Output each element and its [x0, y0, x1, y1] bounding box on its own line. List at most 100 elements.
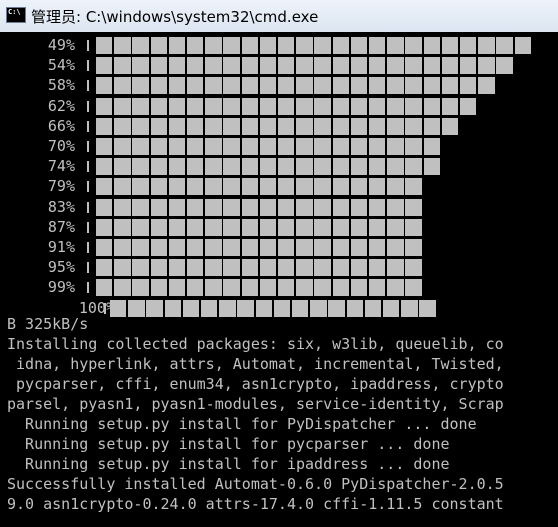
progress-cell — [350, 138, 368, 155]
progress-cell — [278, 138, 295, 155]
progress-cell — [332, 158, 349, 176]
progress-cell — [460, 97, 477, 115]
progress-percent-label: 91% — [47, 238, 75, 256]
progress-cell — [259, 218, 277, 236]
progress-cell — [278, 117, 295, 135]
progress-cell — [369, 218, 386, 236]
progress-cell — [223, 178, 240, 196]
progress-cell — [387, 57, 404, 75]
progress-cell — [296, 239, 313, 256]
progress-cell — [332, 239, 349, 256]
progress-cell — [387, 259, 404, 277]
progress-percent-label: 99% — [47, 278, 75, 297]
progress-cell — [114, 198, 131, 216]
cmd-icon[interactable] — [6, 7, 26, 23]
progress-cell — [350, 158, 368, 176]
progress-percent-label: 70% — [47, 137, 75, 155]
progress-cell — [187, 259, 204, 277]
progress-percent-label: 49% — [47, 36, 75, 54]
progress-cell — [423, 97, 440, 115]
console-line: 9.0 asn1crypto-0.24.0 attrs-17.4.0 cffi-… — [7, 495, 504, 513]
progress-cell — [369, 37, 386, 54]
progress-cell — [296, 259, 313, 277]
progress-cell — [205, 239, 222, 256]
window-title: 管理员: C:\windows\system32\cmd.exe — [31, 8, 319, 26]
progress-cell — [237, 299, 254, 317]
progress-percent-label: 74% — [47, 157, 75, 176]
progress-cell — [314, 239, 331, 256]
progress-cell — [114, 279, 131, 297]
progress-cell — [401, 299, 418, 317]
progress-cell — [387, 37, 404, 54]
progress-cell — [205, 218, 222, 236]
progress-cell — [405, 218, 422, 236]
progress-cell — [369, 198, 386, 216]
progress-bar-start — [87, 262, 89, 274]
progress-cell — [405, 279, 422, 297]
progress-cell — [441, 117, 459, 135]
progress-cell — [387, 178, 404, 196]
title-bar[interactable]: 管理员: C:\windows\system32\cmd.exe — [0, 0, 558, 32]
progress-cell — [223, 57, 240, 75]
progress-cell — [150, 158, 167, 176]
progress-cell — [314, 279, 331, 297]
progress-cell — [96, 77, 113, 95]
progress-cell — [441, 37, 459, 54]
progress-cell — [350, 279, 368, 297]
progress-cell — [205, 198, 222, 216]
progress-cell — [223, 77, 240, 95]
progress-cell — [496, 57, 513, 75]
progress-cell — [114, 97, 131, 115]
progress-cell — [369, 77, 386, 95]
progress-percent-label: 66% — [47, 116, 75, 135]
progress-cell — [187, 158, 204, 176]
progress-cell — [314, 77, 331, 95]
progress-bar-start — [104, 302, 106, 314]
progress-cell — [423, 117, 440, 135]
progress-cell — [96, 239, 113, 256]
progress-cell — [350, 77, 368, 95]
console-line: B 325kB/s — [7, 315, 89, 333]
progress-cell — [205, 178, 222, 196]
progress-cell — [205, 117, 222, 135]
progress-cell — [478, 57, 495, 75]
progress-cell — [332, 37, 349, 54]
progress-cell — [96, 178, 113, 196]
progress-cell — [278, 158, 295, 176]
progress-cell — [405, 37, 422, 54]
progress-cell — [114, 57, 131, 75]
progress-cell — [223, 37, 240, 54]
progress-cell — [332, 117, 349, 135]
progress-cell — [259, 97, 277, 115]
console-output[interactable]: 49% 54% 58% 62% 66% 70% 74% 79% 83% 87% 91% 95% 99% 1… — [5, 32, 558, 527]
progress-cell — [168, 198, 186, 216]
progress-cell — [296, 178, 313, 196]
progress-cell — [369, 259, 386, 277]
progress-cell — [328, 299, 345, 317]
progress-cell — [150, 138, 167, 155]
progress-cell — [423, 37, 440, 54]
progress-cell — [187, 117, 204, 135]
progress-cell — [223, 239, 240, 256]
progress-cell — [292, 299, 309, 317]
progress-cell — [387, 77, 404, 95]
progress-cell — [350, 239, 368, 256]
progress-cell — [205, 77, 222, 95]
progress-bar-start — [87, 141, 89, 152]
progress-cell — [314, 158, 331, 176]
progress-percent-label: 87% — [47, 217, 75, 236]
progress-cell — [332, 218, 349, 236]
progress-cell — [296, 279, 313, 297]
progress-cell — [168, 77, 186, 95]
progress-cell — [96, 259, 113, 277]
progress-percent-label: 58% — [47, 76, 75, 95]
progress-cell — [168, 239, 186, 256]
progress-cell — [187, 218, 204, 236]
progress-cell — [219, 299, 236, 317]
progress-cell — [273, 299, 291, 317]
progress-cell — [132, 97, 149, 115]
progress-percent-label: 95% — [47, 258, 75, 277]
progress-bar-start — [87, 242, 89, 253]
progress-cell — [441, 97, 459, 115]
progress-cell — [296, 77, 313, 95]
